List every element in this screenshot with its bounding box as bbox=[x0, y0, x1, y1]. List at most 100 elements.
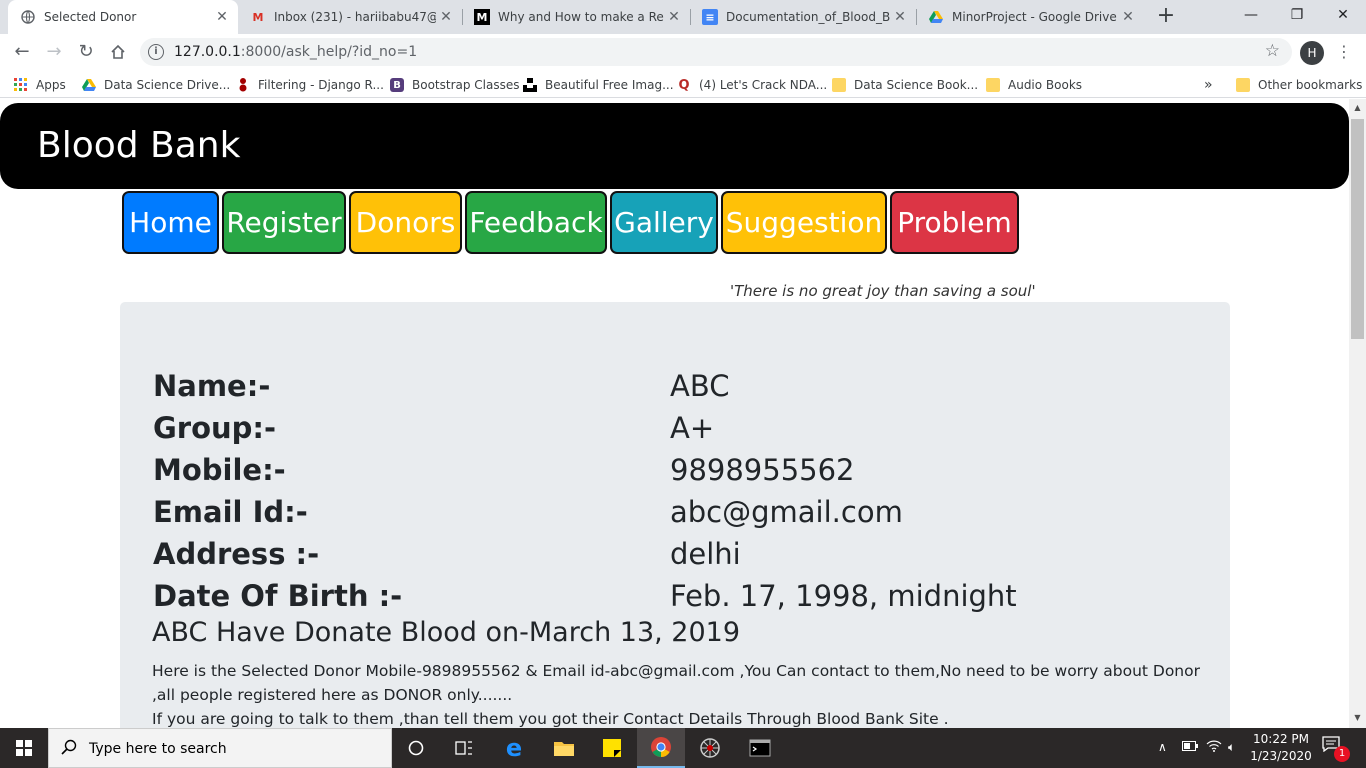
url-text[interactable]: 127.0.0.1:8000/ask_help/?id_no=1 bbox=[174, 44, 417, 60]
battery-icon[interactable] bbox=[1182, 740, 1198, 754]
donor-field-row: Address :- delhi bbox=[153, 537, 1203, 577]
contact-paragraph: Here is the Selected Donor Mobile-989895… bbox=[152, 662, 1200, 704]
browser-tab-strip: Selected Donor ✕ M Inbox (231) - hariiba… bbox=[0, 0, 1366, 34]
bookmark-label: (4) Let's Crack NDA... bbox=[699, 78, 828, 92]
bookmark-filtering-django[interactable]: Filtering - Django R... bbox=[236, 76, 384, 94]
apps-grid-icon bbox=[14, 78, 28, 92]
file-explorer-icon[interactable] bbox=[540, 728, 588, 768]
tab-medium[interactable]: M Why and How to make a Requ ✕ bbox=[462, 0, 690, 34]
field-value: A+ bbox=[670, 411, 715, 445]
bookmark-apps[interactable]: Apps bbox=[14, 76, 66, 94]
nav-register-button[interactable]: Register bbox=[222, 191, 346, 254]
field-value: Feb. 17, 1998, midnight bbox=[670, 579, 1017, 613]
edge-icon[interactable]: e bbox=[490, 728, 538, 768]
nav-donors-button[interactable]: Donors bbox=[349, 191, 462, 254]
field-label: Date Of Birth :- bbox=[153, 579, 403, 613]
more-bookmarks-button[interactable]: » bbox=[1204, 76, 1213, 94]
browser-toolbar: ← → ↻ i 127.0.0.1:8000/ask_help/?id_no=1… bbox=[0, 34, 1366, 70]
bookmark-label: Audio Books bbox=[1008, 78, 1083, 92]
sticky-notes-icon[interactable] bbox=[588, 728, 636, 768]
scroll-down-icon[interactable]: ▼ bbox=[1349, 713, 1366, 722]
forward-icon[interactable]: → bbox=[42, 40, 66, 64]
info-icon[interactable]: i bbox=[148, 44, 164, 60]
bookmark-label: Data Science Drive... bbox=[104, 78, 231, 92]
task-view-icon[interactable] bbox=[440, 728, 488, 768]
search-placeholder: Type here to search bbox=[89, 741, 227, 757]
volume-icon[interactable]: 🔈︎ bbox=[1228, 740, 1235, 755]
tab-close-icon[interactable]: ✕ bbox=[212, 9, 232, 25]
chrome-taskbar-icon[interactable] bbox=[637, 728, 685, 768]
cortana-icon[interactable] bbox=[392, 728, 440, 768]
gmail-icon: M bbox=[252, 10, 264, 24]
scrollbar-thumb[interactable] bbox=[1351, 119, 1364, 339]
folder-icon bbox=[1236, 78, 1250, 92]
contact-info-text: Here is the Selected Donor Mobile-989895… bbox=[152, 659, 1202, 728]
site-header: Blood Bank bbox=[0, 103, 1349, 189]
back-icon[interactable]: ← bbox=[10, 40, 34, 64]
nav-problem-button[interactable]: Problem bbox=[890, 191, 1019, 254]
donor-field-row: Date Of Birth :- Feb. 17, 1998, midnight bbox=[153, 579, 1203, 619]
profile-avatar[interactable]: H bbox=[1300, 41, 1324, 65]
start-button[interactable] bbox=[0, 728, 48, 768]
globe-icon bbox=[20, 9, 36, 25]
tab-close-icon[interactable]: ✕ bbox=[890, 9, 910, 25]
clock-date: 1/23/2020 bbox=[1250, 749, 1312, 763]
folder-icon bbox=[986, 78, 1000, 92]
bookmark-audio-books[interactable]: Audio Books bbox=[986, 76, 1082, 94]
nav-suggestion-button[interactable]: Suggestion bbox=[721, 191, 887, 254]
tab-close-icon[interactable]: ✕ bbox=[664, 9, 684, 25]
bookmark-other-bookmarks[interactable]: Other bookmarks bbox=[1236, 76, 1362, 94]
bookmark-label: Other bookmarks bbox=[1258, 78, 1363, 92]
show-hidden-icons[interactable]: ∧ bbox=[1158, 740, 1167, 754]
bookmark-label: Bootstrap Classes bbox=[412, 78, 520, 92]
close-window-button[interactable]: ✕ bbox=[1320, 0, 1366, 32]
tab-title: Why and How to make a Requ bbox=[498, 10, 664, 24]
scroll-up-icon[interactable]: ▲ bbox=[1349, 103, 1366, 112]
nav-feedback-button[interactable]: Feedback bbox=[465, 191, 607, 254]
reload-icon[interactable]: ↻ bbox=[74, 40, 98, 64]
tab-drive[interactable]: MinorProject - Google Drive ✕ bbox=[916, 0, 1144, 34]
restore-button[interactable]: ❐ bbox=[1274, 0, 1320, 32]
tagline-quote: 'There is no great joy than saving a sou… bbox=[730, 282, 1036, 300]
tab-close-icon[interactable]: ✕ bbox=[1118, 9, 1138, 25]
bookmarks-bar: Apps Data Science Drive... Filtering - D… bbox=[0, 70, 1366, 98]
windows-logo-icon bbox=[16, 740, 32, 756]
bookmark-bootstrap-classes[interactable]: B Bootstrap Classes bbox=[390, 76, 520, 94]
new-tab-button[interactable]: + bbox=[1154, 5, 1178, 29]
tab-close-icon[interactable]: ✕ bbox=[436, 9, 456, 25]
taskbar-search[interactable]: Type here to search bbox=[48, 728, 392, 768]
tab-docs[interactable]: ≡ Documentation_of_Blood_Bank ✕ bbox=[690, 0, 916, 34]
minimize-button[interactable]: — bbox=[1228, 0, 1274, 32]
address-bar[interactable]: i 127.0.0.1:8000/ask_help/?id_no=1 ☆ bbox=[140, 38, 1292, 66]
bootstrap-icon: B bbox=[390, 78, 404, 92]
tab-selected-donor[interactable]: Selected Donor ✕ bbox=[8, 0, 238, 34]
bookmark-star-icon[interactable]: ☆ bbox=[1265, 41, 1280, 61]
site-nav: Home Register Donors Feedback Gallery Su… bbox=[122, 191, 1019, 254]
nav-gallery-button[interactable]: Gallery bbox=[610, 191, 718, 254]
bookmark-label: Filtering - Django R... bbox=[258, 78, 384, 92]
site-brand[interactable]: Blood Bank bbox=[37, 125, 240, 166]
bookmark-data-science-drive[interactable]: Data Science Drive... bbox=[82, 76, 230, 94]
bookmark-free-images[interactable]: Beautiful Free Imag... bbox=[523, 76, 674, 94]
notification-center-icon[interactable]: 1 bbox=[1322, 736, 1350, 762]
url-path: :8000/ask_help/?id_no=1 bbox=[240, 44, 418, 60]
spider-app-icon[interactable] bbox=[686, 728, 734, 768]
field-value: ABC bbox=[670, 369, 730, 403]
donor-field-row: Mobile:- 9898955562 bbox=[153, 453, 1203, 493]
browser-menu-icon[interactable]: ⋮ bbox=[1336, 40, 1352, 64]
donor-details-panel: Name:- ABC Group:- A+ Mobile:- 989895556… bbox=[120, 302, 1230, 728]
medium-icon: M bbox=[474, 9, 490, 25]
wifi-icon[interactable] bbox=[1206, 740, 1222, 755]
tab-gmail[interactable]: M Inbox (231) - hariibabu47@gm ✕ bbox=[238, 0, 462, 34]
command-prompt-icon[interactable] bbox=[736, 728, 784, 768]
nav-home-button[interactable]: Home bbox=[122, 191, 219, 254]
page-scrollbar[interactable]: ▲ ▼ bbox=[1349, 99, 1366, 728]
field-label: Mobile:- bbox=[153, 453, 286, 487]
drive-icon bbox=[928, 9, 944, 25]
taskbar-clock[interactable]: 10:22 PM 1/23/2020 bbox=[1248, 731, 1314, 765]
search-icon bbox=[61, 739, 77, 759]
home-icon[interactable] bbox=[106, 40, 130, 64]
bookmark-data-science-book[interactable]: Data Science Book... bbox=[832, 76, 978, 94]
folder-icon bbox=[832, 78, 846, 92]
bookmark-quora-nda[interactable]: Q (4) Let's Crack NDA... bbox=[677, 76, 827, 94]
